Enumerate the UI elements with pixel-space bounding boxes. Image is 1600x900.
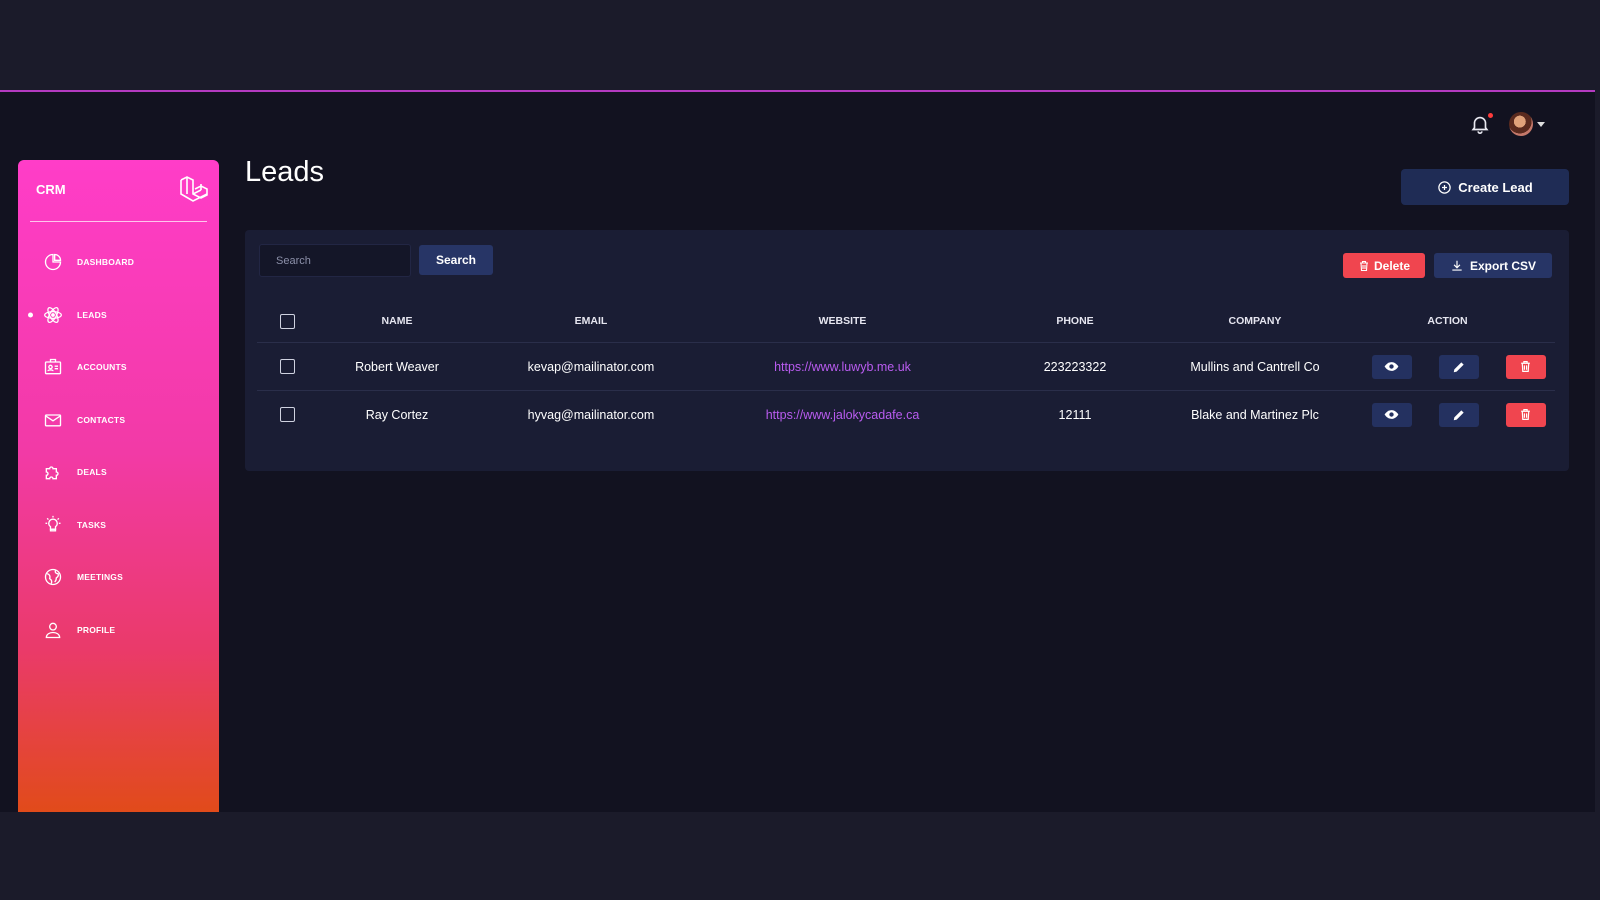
delete-row-button[interactable]: [1505, 354, 1546, 379]
row-actions: [1340, 354, 1555, 379]
edit-button[interactable]: [1438, 402, 1479, 427]
notifications-button[interactable]: [1469, 113, 1493, 135]
sidebar-item-profile[interactable]: PROFILE: [18, 604, 219, 657]
edit-button[interactable]: [1438, 354, 1479, 379]
lead-name: Ray Cortez: [365, 407, 429, 422]
bulk-delete-button[interactable]: Delete: [1343, 253, 1425, 278]
puzzle-icon: [42, 461, 64, 483]
row-actions: [1340, 402, 1555, 427]
envelope-icon: [42, 409, 64, 431]
atom-icon: [42, 304, 64, 326]
sidebar-item-label: LEADS: [77, 309, 107, 320]
pencil-icon: [1453, 361, 1464, 372]
row-checkbox[interactable]: [279, 407, 295, 422]
search-input[interactable]: [259, 244, 411, 277]
laravel-logo-icon: [180, 176, 208, 202]
notification-dot: [1488, 113, 1493, 118]
chart-pie-icon: [42, 251, 64, 273]
sidebar-item-deals[interactable]: DEALS: [18, 446, 219, 499]
user-menu[interactable]: [1509, 112, 1545, 136]
sidebar-item-meetings[interactable]: MEETINGS: [18, 551, 219, 604]
select-all-checkbox[interactable]: [279, 313, 295, 329]
lead-email: kevap@mailinator.com: [527, 359, 655, 374]
search-button[interactable]: Search: [419, 245, 493, 275]
id-card-icon: [42, 356, 64, 378]
eye-icon: [1384, 410, 1399, 419]
table-header: NAME EMAIL WEBSITE PHONE COMPANY ACTION: [257, 300, 1555, 343]
lead-company: Mullins and Cantrell Co: [1190, 359, 1320, 374]
sidebar-item-tasks[interactable]: TASKS: [18, 499, 219, 552]
table-row: Ray Cortez hyvag@mailinator.com https://…: [257, 391, 1555, 438]
lead-phone: 223223322: [1043, 359, 1107, 374]
column-header-company: COMPANY: [1228, 315, 1282, 327]
eye-icon: [1384, 362, 1399, 371]
sidebar-item-label: CONTACTS: [77, 414, 126, 425]
trash-icon: [1521, 361, 1530, 372]
lead-website-cell: https://www.jalokycadafe.ca: [705, 408, 980, 422]
column-header-name: NAME: [381, 315, 413, 327]
view-button[interactable]: [1371, 402, 1412, 427]
plus-circle-icon: [1438, 180, 1452, 194]
row-select-cell: [257, 407, 317, 422]
delete-row-button[interactable]: [1505, 402, 1546, 427]
create-lead-label: Create Lead: [1458, 179, 1533, 195]
export-csv-button[interactable]: Export CSV: [1434, 253, 1552, 278]
sidebar-item-label: DASHBOARD: [77, 257, 135, 268]
lead-website-link[interactable]: https://www.luwyb.me.uk: [774, 360, 911, 374]
download-icon: [1452, 260, 1462, 271]
select-all-cell: [257, 313, 317, 329]
globe-icon: [42, 566, 64, 588]
row-select-cell: [257, 359, 317, 374]
column-header-website: WEBSITE: [818, 315, 867, 327]
sidebar: CRM DASHBOARD LEADS ACCOUNTS CONTACTS DE…: [18, 160, 219, 812]
lead-company: Blake and Martinez Plc: [1191, 407, 1319, 422]
lead-website-cell: https://www.luwyb.me.uk: [705, 360, 980, 374]
app-window: CRM DASHBOARD LEADS ACCOUNTS CONTACTS DE…: [0, 90, 1595, 812]
sidebar-item-label: DEALS: [77, 467, 107, 478]
column-header-action: ACTION: [1427, 315, 1468, 327]
sidebar-item-leads[interactable]: LEADS: [18, 289, 219, 342]
chevron-down-icon: [1537, 121, 1545, 127]
leads-panel: Search Delete Export CSV NAME EMAIL WEBS…: [245, 230, 1569, 471]
sidebar-item-label: MEETINGS: [77, 572, 123, 583]
lead-email: hyvag@mailinator.com: [527, 407, 655, 422]
page-title: Leads: [245, 156, 325, 188]
brand-divider: [30, 221, 207, 222]
column-header-email: EMAIL: [574, 315, 608, 327]
sidebar-item-contacts[interactable]: CONTACTS: [18, 394, 219, 447]
sidebar-item-label: TASKS: [77, 519, 107, 530]
export-label: Export CSV: [1469, 258, 1536, 273]
sidebar-item-accounts[interactable]: ACCOUNTS: [18, 341, 219, 394]
column-header-phone: PHONE: [1056, 315, 1094, 327]
pencil-icon: [1453, 409, 1464, 420]
lead-phone: 12111: [1058, 407, 1092, 422]
topbar: [1469, 112, 1545, 136]
sidebar-item-label: PROFILE: [77, 624, 116, 635]
trash-icon: [1359, 260, 1368, 271]
brand-name: CRM: [36, 182, 66, 197]
create-lead-button[interactable]: Create Lead: [1401, 169, 1569, 205]
delete-label: Delete: [1373, 258, 1411, 273]
leads-table: NAME EMAIL WEBSITE PHONE COMPANY ACTION …: [257, 300, 1555, 438]
sidebar-nav: DASHBOARD LEADS ACCOUNTS CONTACTS DEALS …: [18, 236, 219, 656]
lead-name: Robert Weaver: [355, 359, 439, 374]
trash-icon: [1521, 409, 1530, 420]
sidebar-item-dashboard[interactable]: DASHBOARD: [18, 236, 219, 289]
row-checkbox[interactable]: [279, 359, 295, 374]
view-button[interactable]: [1371, 354, 1412, 379]
user-icon: [42, 619, 64, 641]
lightbulb-icon: [42, 514, 64, 536]
table-row: Robert Weaver kevap@mailinator.com https…: [257, 343, 1555, 391]
avatar: [1509, 112, 1533, 136]
sidebar-item-label: ACCOUNTS: [77, 362, 127, 373]
lead-website-link[interactable]: https://www.jalokycadafe.ca: [766, 408, 920, 422]
